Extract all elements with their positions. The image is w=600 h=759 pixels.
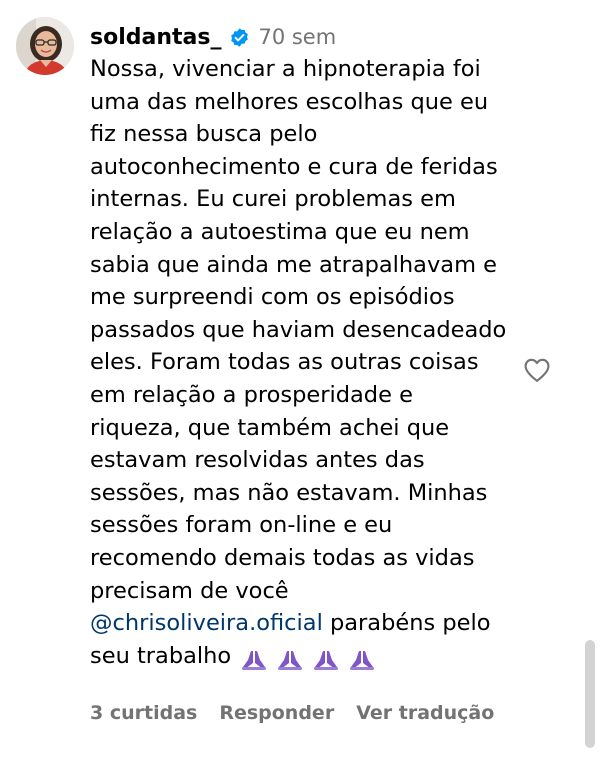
comment-line: sessões, mas não estavam. Minhas xyxy=(90,479,488,506)
timestamp: 70 sem xyxy=(258,25,337,49)
comment-line: eles. Foram todas as outras coisas xyxy=(90,349,479,376)
verified-badge-icon xyxy=(229,27,250,48)
emoji-group xyxy=(241,643,385,676)
comment-line: Nossa, vivenciar a hipnoterapia foi xyxy=(90,56,481,82)
scrollbar-thumb[interactable] xyxy=(585,640,595,748)
comment-line: sessões foram on-line e eu xyxy=(90,512,393,539)
comment-line: uma das melhores escolhas que eu xyxy=(90,88,489,115)
comment-text: Nossa, vivenciar a hipnoterapia foi uma … xyxy=(90,53,510,672)
comment-line: estavam resolvidas antes das xyxy=(90,447,425,474)
comment-line: fiz nessa busca pelo xyxy=(90,121,318,148)
comment-line: precisam de você xyxy=(90,577,289,604)
comment-actions: 3 curtidas Responder Ver tradução xyxy=(90,702,494,724)
folded-hands-icon xyxy=(277,648,303,671)
folded-hands-icon xyxy=(241,648,267,671)
comment-line: relação a autoestima que eu nem xyxy=(90,218,470,245)
comment-line-mention: @chrisoliveira.oficial parabéns pelo xyxy=(90,607,510,640)
like-button[interactable] xyxy=(523,357,551,383)
translate-button[interactable]: Ver tradução xyxy=(356,702,494,724)
comment-text-after-mention: parabéns pelo xyxy=(322,610,491,637)
likes-count-button[interactable]: 3 curtidas xyxy=(90,702,197,724)
comment-line: passados que haviam desencadeado xyxy=(90,316,507,343)
comment-text-last: seu trabalho xyxy=(90,642,232,669)
comment-line: autoconhecimento e cura de feridas xyxy=(90,153,498,180)
avatar-image xyxy=(16,17,74,75)
comment: soldantas_ 70 sem Nossa, vivenciar a hip… xyxy=(0,0,600,759)
comment-line: sabia que ainda me atrapalhavam e xyxy=(90,251,497,278)
comment-line: riqueza, que também achei que xyxy=(90,414,450,441)
username[interactable]: soldantas_ xyxy=(90,25,221,50)
reply-button[interactable]: Responder xyxy=(219,702,334,724)
heart-outline-icon xyxy=(524,358,550,382)
comment-line: me surpreendi com os episódios xyxy=(90,284,455,311)
comment-line-last: seu trabalho xyxy=(90,640,510,673)
folded-hands-icon xyxy=(349,648,375,671)
comment-line: em relação a prosperidade e xyxy=(90,381,413,408)
comment-header: soldantas_ 70 sem xyxy=(90,20,336,54)
comment-line: recomendo demais todas as vidas xyxy=(90,544,475,571)
comment-line: internas. Eu curei problemas em xyxy=(90,186,456,213)
folded-hands-icon xyxy=(313,648,339,671)
avatar[interactable] xyxy=(16,17,74,75)
mention-link[interactable]: @chrisoliveira.oficial xyxy=(90,610,323,636)
